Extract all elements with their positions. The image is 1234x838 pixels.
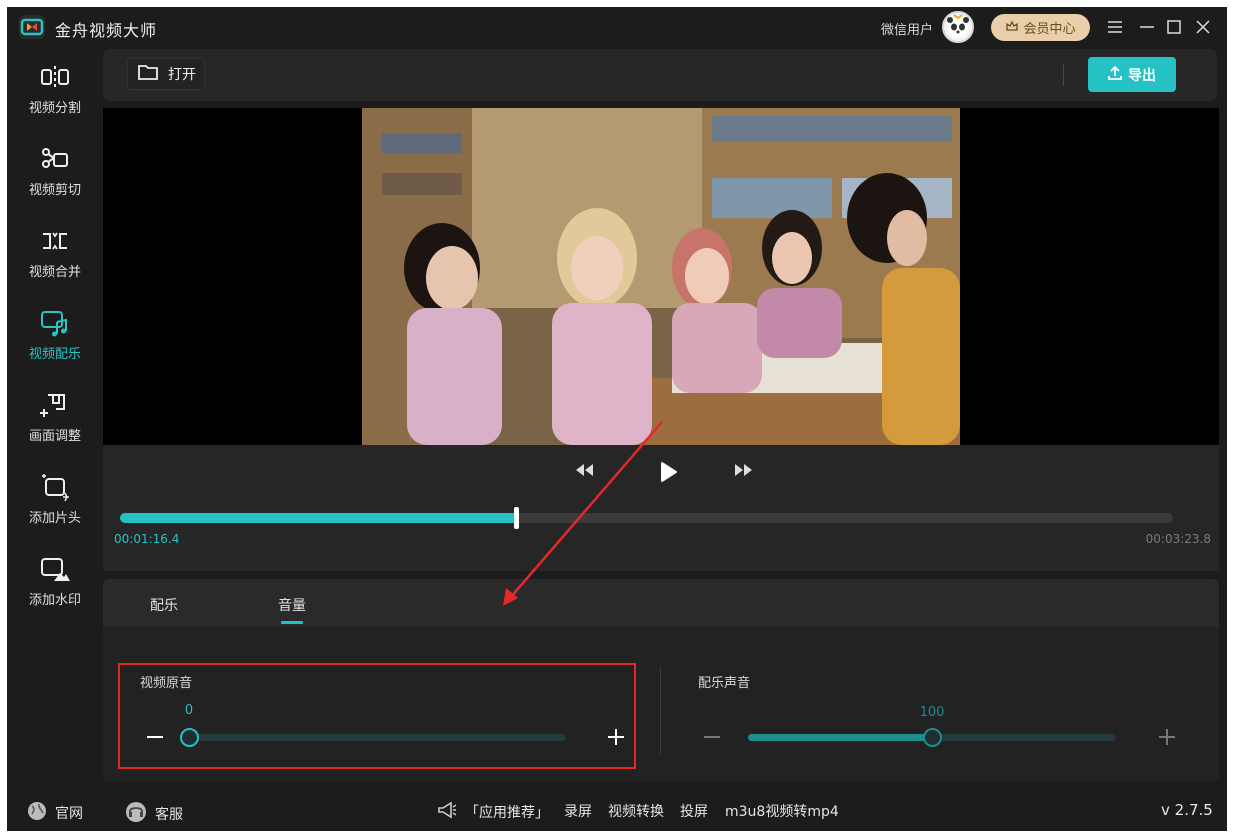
title-bar: 金舟视频大师 微信用户 会员中心 [7,7,1227,49]
link-m3u8-to-mp4[interactable]: m3u8视频转mp4 [725,801,839,821]
tab-music[interactable]: 配乐 [150,595,178,615]
sidebar: 视频分割 视频剪切 视频合并 视频配乐 画面调整 添加片头 添加水印 [7,49,103,784]
app-window: 金舟视频大师 微信用户 会员中心 视频分割 视频剪切 视频合并 视频配乐 画面调… [7,7,1227,831]
crown-icon [1005,19,1019,37]
vip-center-button[interactable]: 会员中心 [991,14,1090,41]
annotation-highlight-box [118,663,636,769]
megaphone-icon [437,801,457,823]
website-label: 官网 [55,806,83,822]
sidebar-item-label: 画面调整 [28,429,81,444]
globe-icon [27,801,47,825]
music-audio-slider-fill [748,734,932,741]
toolbar: 打开 导出 [103,49,1217,101]
link-video-convert[interactable]: 视频转换 [608,801,664,821]
panel-tabs: 配乐 音量 [103,579,1219,627]
tab-volume[interactable]: 音量 [278,595,306,615]
fast-forward-icon[interactable] [733,463,753,477]
music-audio-value: 100 [919,705,945,720]
avatar[interactable] [942,11,974,43]
audio-panel: 配乐 音量 视频原音 0 配乐声音 100 [103,579,1219,782]
total-time: 00:03:23.8 [1145,532,1211,546]
toolbar-divider [1063,64,1064,86]
music-audio-slider[interactable] [748,728,1116,747]
folder-icon [138,64,158,84]
music-audio-label: 配乐声音 [698,676,751,691]
support-link[interactable]: 客服 [125,801,183,827]
recommend-label: 「应用推荐」 [465,805,549,821]
crop-icon [39,389,71,421]
music-audio-decrease-button[interactable] [700,725,724,749]
progress-handle[interactable] [513,507,519,529]
export-label: 导出 [1128,67,1156,84]
website-link[interactable]: 官网 [27,801,83,825]
app-title: 金舟视频大师 [55,21,158,40]
split-icon [39,61,71,93]
add-intro-icon [39,471,71,503]
watermark-icon [39,553,71,585]
support-label: 客服 [155,807,183,823]
music-audio-slider-thumb[interactable] [923,728,942,747]
maximize-icon[interactable] [1163,16,1185,38]
user-name[interactable]: 微信用户 [881,19,933,38]
sidebar-item-label: 视频分割 [28,101,81,116]
minimize-icon[interactable] [1136,16,1158,38]
menu-icon[interactable] [1104,16,1126,38]
link-cast[interactable]: 投屏 [680,801,708,821]
sidebar-item-label: 视频配乐 [28,347,81,362]
video-frame [362,108,960,445]
sidebar-item-label: 视频合并 [28,265,81,280]
open-label: 打开 [168,67,196,83]
app-logo-icon [19,15,45,39]
progress-fill [120,513,516,523]
vip-center-label: 会员中心 [1023,22,1076,37]
export-button[interactable]: 导出 [1088,57,1176,92]
open-button[interactable]: 打开 [127,58,205,90]
sidebar-item-cut[interactable]: 视频剪切 [7,131,103,209]
sidebar-item-intro[interactable]: 添加片头 [7,459,103,537]
sidebar-item-label: 视频剪切 [28,183,81,198]
version-label: v 2.7.5 [1161,801,1213,819]
status-bar: 官网 客服 「应用推荐」 录屏 视频转换 投屏 m3u8视频转mp4 v 2.7… [7,791,1227,831]
headset-icon [125,801,147,827]
active-tab-indicator [281,621,303,624]
rewind-icon[interactable] [575,463,595,477]
close-icon[interactable] [1192,16,1214,38]
sidebar-item-split[interactable]: 视频分割 [7,49,103,127]
progress-bar[interactable] [120,507,1173,529]
video-preview [103,108,1219,445]
recommend-section: 「应用推荐」 [437,801,549,823]
sidebar-item-music[interactable]: 视频配乐 [7,295,103,373]
music-audio-increase-button[interactable] [1155,725,1179,749]
sidebar-item-adjust[interactable]: 画面调整 [7,377,103,455]
player-controls: 00:01:16.4 00:03:23.8 [103,445,1219,571]
scissors-icon [39,143,71,175]
sidebar-item-label: 添加水印 [28,593,81,608]
merge-icon [39,225,71,257]
upload-icon [1108,65,1122,84]
play-icon[interactable] [657,461,679,483]
music-icon [39,307,71,339]
panel-divider [660,667,661,755]
sidebar-item-label: 添加片头 [28,511,81,526]
sidebar-item-merge[interactable]: 视频合并 [7,213,103,291]
current-time: 00:01:16.4 [114,532,180,546]
sidebar-item-watermark[interactable]: 添加水印 [7,541,103,619]
link-record[interactable]: 录屏 [564,801,592,821]
